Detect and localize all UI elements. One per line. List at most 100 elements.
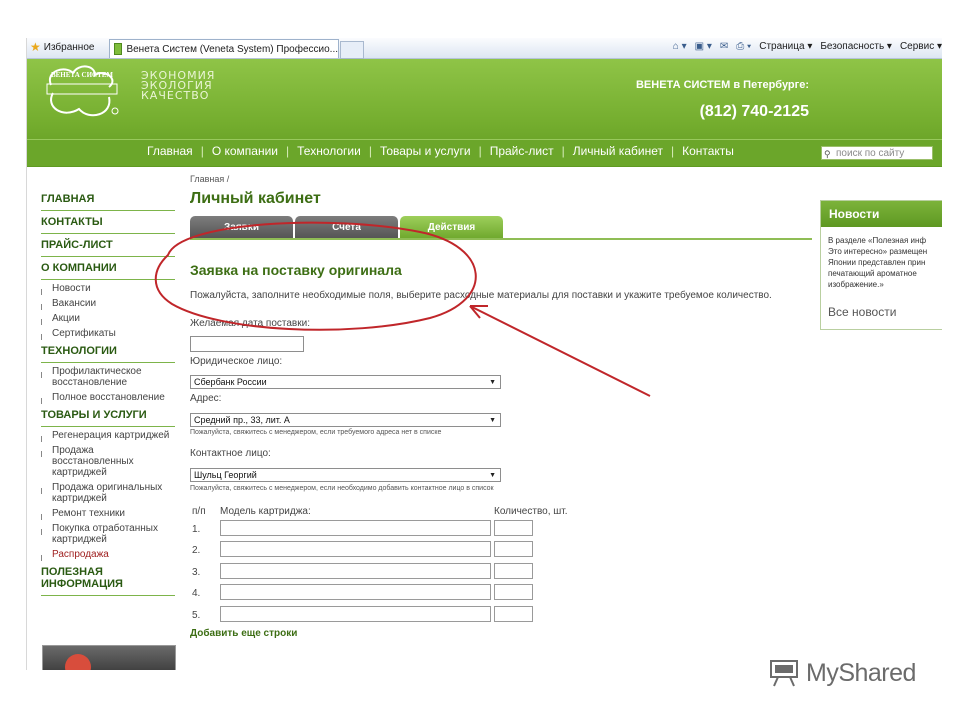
sidebar-banner-image[interactable] (42, 645, 176, 670)
home-icon[interactable]: ⌂ ▾ (673, 41, 687, 52)
sidebar-subitem-promos[interactable]: Акции (41, 312, 175, 327)
contact-select[interactable]: Шульц Георгий ▼ (190, 468, 501, 482)
print-icon[interactable]: ⎙ ▾ (736, 41, 751, 52)
contact-value: Шульц Георгий (194, 470, 257, 480)
dropdown-arrow-icon: ▼ (489, 417, 496, 424)
contact-city: ВЕНЕТА СИСТЕМ в Петербурге: (635, 79, 809, 91)
tab-actions[interactable]: Действия (400, 216, 503, 238)
sidebar-subitem-sale-restored[interactable]: Продажа восстановленных картриджей (41, 444, 175, 481)
site-header: ВЕНЕТА СИСТЕМ Экономия Экология Качество… (27, 59, 942, 167)
slogan: Экономия Экология Качество (141, 70, 215, 102)
form-title: Заявка на поставку оригинала (190, 262, 402, 278)
sidebar-item-contacts[interactable]: КОНТАКТЫ (41, 213, 175, 234)
sidebar-item-goods[interactable]: ТОВАРЫ И УСЛУГИ (41, 406, 175, 427)
sidebar-subitem-certificates[interactable]: Сертификаты (41, 327, 175, 342)
page-title: Личный кабинет (190, 190, 321, 207)
column-header-quantity: Количество, шт. (494, 506, 568, 517)
nav-item-contacts[interactable]: Контакты (682, 144, 734, 158)
quantity-input[interactable] (494, 606, 533, 622)
nav-separator: | (478, 144, 482, 158)
quantity-input[interactable] (494, 520, 533, 536)
nav-item-goods[interactable]: Товары и услуги (380, 144, 471, 158)
quantity-input[interactable] (494, 584, 533, 600)
tab-invoices[interactable]: Счета (295, 216, 398, 238)
sidebar-subitem-repair[interactable]: Ремонт техники (41, 507, 175, 522)
form-intro: Пожалуйста, заполните необходимые поля, … (190, 290, 772, 301)
browser-tools: ⌂ ▾ ▣ ▾ ✉ ⎙ ▾ Страница ▾ Безопасность ▾ … (673, 41, 942, 52)
slogan-line: Качество (141, 89, 210, 102)
address-select[interactable]: Средний пр., 33, лит. А ▼ (190, 413, 501, 427)
row-number: 2. (192, 545, 201, 556)
breadcrumb[interactable]: Главная / (190, 174, 229, 184)
search-icon: ⚲ (824, 149, 831, 159)
security-menu[interactable]: Безопасность ▾ (820, 41, 892, 52)
sidebar-subitem-full-restore[interactable]: Полное восстановление (41, 391, 175, 406)
news-line: изображение.» (828, 280, 884, 289)
news-panel: Новости В разделе «Полезная инф Это инте… (820, 200, 942, 330)
sidebar-subitem-clearance[interactable]: Распродажа (41, 548, 175, 563)
sidebar: ГЛАВНАЯ КОНТАКТЫ ПРАЙС-ЛИСТ О КОМПАНИИ Н… (41, 190, 175, 598)
tab-requests[interactable]: Заявки (190, 216, 293, 238)
row-number: 3. (192, 567, 201, 578)
date-label: Желаемая дата поставки: (190, 318, 310, 329)
site-favicon-icon (114, 43, 123, 55)
new-tab-button[interactable] (340, 41, 364, 59)
sidebar-item-home[interactable]: ГЛАВНАЯ (41, 190, 175, 211)
nav-separator: | (286, 144, 290, 158)
entity-select[interactable]: Сбербанк России ▼ (190, 375, 501, 389)
tools-menu[interactable]: Сервис ▾ (900, 41, 942, 52)
sidebar-subitem-buy-used[interactable]: Покупка отработанных картриджей (41, 522, 175, 548)
favorites-button[interactable]: ★ Избранное (30, 41, 94, 53)
sidebar-subitem-news[interactable]: Новости (41, 282, 175, 297)
column-header-number: п/п (192, 506, 206, 517)
news-line: печатающий ароматное (828, 269, 917, 278)
watermark-text: MyShared (806, 658, 916, 687)
nav-item-price[interactable]: Прайс-лист (490, 144, 554, 158)
quantity-input[interactable] (494, 541, 533, 557)
main-nav: Главная | О компании | Технологии | Товары … (27, 139, 942, 166)
nav-item-cabinet[interactable]: Личный кабинет (573, 144, 663, 158)
page-menu[interactable]: Страница ▾ (759, 41, 812, 52)
sidebar-subitem-regeneration[interactable]: Регенерация картриджей (41, 429, 175, 444)
nav-item-company[interactable]: О компании (212, 144, 278, 158)
cartridge-model-input[interactable] (220, 606, 491, 622)
contact-hint: Пожалуйста, свяжитесь с менеджером, если… (190, 485, 494, 492)
cartridge-model-input[interactable] (220, 520, 491, 536)
nav-item-tech[interactable]: Технологии (297, 144, 361, 158)
quantity-input[interactable] (494, 563, 533, 579)
entity-value: Сбербанк России (194, 377, 267, 387)
sidebar-item-price[interactable]: ПРАЙС-ЛИСТ (41, 236, 175, 257)
search-input[interactable]: ⚲ поиск по сайту (821, 146, 933, 160)
sidebar-subitem-vacancies[interactable]: Вакансии (41, 297, 175, 312)
screenshot-frame: ★ Избранное Венета Систем (Veneta System… (26, 38, 942, 670)
mail-icon[interactable]: ✉ (720, 41, 728, 52)
search-placeholder: поиск по сайту (836, 148, 905, 159)
contact-phone: (812) 740-2125 (699, 103, 809, 120)
browser-tab[interactable]: Венета Систем (Veneta System) Профессио.… (109, 39, 339, 58)
star-icon: ★ (30, 40, 41, 54)
entity-label: Юридическое лицо: (190, 356, 283, 367)
address-label: Адрес: (190, 393, 222, 404)
cartridge-model-input[interactable] (220, 563, 491, 579)
cartridge-model-input[interactable] (220, 541, 491, 557)
browser-tab-title: Венета Систем (Veneta System) Профессио.… (126, 43, 338, 55)
news-body: В разделе «Полезная инф Это интересно» р… (821, 227, 942, 290)
sidebar-subitem-preventive[interactable]: Профилактическое восстановление (41, 365, 175, 391)
nav-separator: | (368, 144, 372, 158)
address-hint: Пожалуйста, свяжитесь с менеджером, если… (190, 429, 442, 436)
sidebar-item-tech[interactable]: ТЕХНОЛОГИИ (41, 342, 175, 363)
row-number: 5. (192, 610, 201, 621)
row-number: 1. (192, 524, 201, 535)
add-rows-link[interactable]: Добавить еще строки (190, 628, 297, 639)
logo-text: ВЕНЕТА СИСТЕМ (50, 71, 114, 79)
date-input[interactable] (190, 336, 304, 352)
sidebar-item-company[interactable]: О КОМПАНИИ (41, 259, 175, 280)
sidebar-subitem-sale-original[interactable]: Продажа оригинальных картриджей (41, 481, 175, 507)
feeds-icon[interactable]: ▣ ▾ (695, 41, 712, 52)
all-news-link[interactable]: Все новости (828, 305, 896, 319)
cartridge-model-input[interactable] (220, 584, 491, 600)
sidebar-item-info[interactable]: ПОЛЕЗНАЯ ИНФОРМАЦИЯ (41, 563, 175, 596)
nav-item-home[interactable]: Главная (147, 144, 193, 158)
favorites-label: Избранное (43, 41, 95, 53)
projector-board-icon (770, 660, 798, 687)
